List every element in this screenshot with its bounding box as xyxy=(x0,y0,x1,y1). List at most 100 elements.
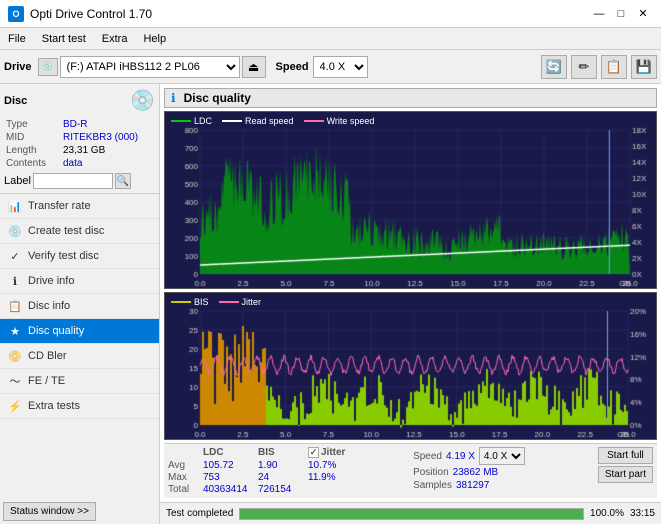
avg-bis: 1.90 xyxy=(258,460,308,471)
label-input[interactable] xyxy=(33,173,113,189)
label-row: Label 🔍 xyxy=(4,173,155,189)
jitter-checkbox[interactable]: ✓ xyxy=(308,447,319,458)
length-label: Length xyxy=(6,145,61,156)
minimize-button[interactable]: — xyxy=(589,6,609,22)
cd-bler-icon: 📀 xyxy=(8,349,22,363)
type-value: BD-R xyxy=(63,119,153,130)
position-value: 23862 MB xyxy=(453,467,499,478)
lower-chart-canvas xyxy=(165,293,657,440)
bottom-status-bar: Test completed 100.0% 33:15 xyxy=(160,502,661,524)
maximize-button[interactable]: □ xyxy=(611,6,631,22)
drive-label: Drive xyxy=(4,61,32,73)
start-part-button[interactable]: Start part xyxy=(598,466,653,483)
max-ldc: 753 xyxy=(203,472,258,483)
transfer-rate-label: Transfer rate xyxy=(28,200,91,212)
sidebar-item-drive-info[interactable]: ℹ Drive info xyxy=(0,269,159,294)
ldc-header: LDC xyxy=(203,447,258,458)
type-label: Type xyxy=(6,119,61,130)
samples-label: Samples xyxy=(413,480,452,491)
contents-value: data xyxy=(63,158,153,169)
edit-button[interactable]: ✏ xyxy=(571,55,597,79)
menu-extra[interactable]: Extra xyxy=(94,28,136,49)
upper-chart-canvas xyxy=(165,112,657,289)
transfer-rate-icon: 📊 xyxy=(8,199,22,213)
chart-header: ℹ Disc quality xyxy=(164,88,657,108)
verify-test-icon: ✓ xyxy=(8,249,22,263)
sidebar-item-disc-quality[interactable]: ★ Disc quality xyxy=(0,319,159,344)
create-test-label: Create test disc xyxy=(28,225,104,237)
speed-stat-label: Speed xyxy=(413,451,442,462)
avg-label: Avg xyxy=(168,460,203,471)
sidebar-item-fe-te[interactable]: 〜 FE / TE xyxy=(0,369,159,394)
disc-info-label: Disc info xyxy=(28,300,70,312)
speed-label: Speed xyxy=(276,61,309,73)
sidebar-item-disc-info[interactable]: 📋 Disc info xyxy=(0,294,159,319)
sidebar-item-transfer-rate[interactable]: 📊 Transfer rate xyxy=(0,194,159,219)
label-text: Label xyxy=(4,175,31,187)
fe-te-icon: 〜 xyxy=(8,374,22,388)
sidebar-item-extra-tests[interactable]: ⚡ Extra tests xyxy=(0,394,159,419)
progress-bar-container xyxy=(239,508,584,520)
legend-bis: BIS xyxy=(171,297,209,307)
position-label: Position xyxy=(413,467,449,478)
total-bis: 726154 xyxy=(258,484,308,495)
disc-icon: 💿 xyxy=(130,88,155,113)
toolbar: Drive 💿 (F:) ATAPI iHBS112 2 PL06 ⏏ Spee… xyxy=(0,50,661,84)
disc-panel: Disc 💿 Type BD-R MID RITEKBR3 (000) Leng… xyxy=(0,84,159,194)
samples-value: 381297 xyxy=(456,480,489,491)
drive-dropdown[interactable]: (F:) ATAPI iHBS112 2 PL06 xyxy=(60,56,240,78)
close-button[interactable]: ✕ xyxy=(633,6,653,22)
disc-quality-label: Disc quality xyxy=(28,325,84,337)
speed-dropdown[interactable]: 4.0 X 1.0 X 2.0 X 8.0 X Max xyxy=(313,56,368,78)
start-buttons: Start full Start part xyxy=(598,447,653,483)
elapsed-time: 33:15 xyxy=(630,508,655,519)
verify-test-label: Verify test disc xyxy=(28,250,99,262)
max-bis: 24 xyxy=(258,472,308,483)
refresh-button[interactable]: 🔄 xyxy=(541,55,567,79)
legend-read-speed: Read speed xyxy=(222,116,294,126)
drive-info-label: Drive info xyxy=(28,275,74,287)
menu-file[interactable]: File xyxy=(0,28,34,49)
speed-stat-value: 4.19 X xyxy=(446,451,475,462)
drive-icon: 💿 xyxy=(38,58,58,76)
chart-title: Disc quality xyxy=(184,91,251,105)
status-window-button[interactable]: Status window >> xyxy=(3,502,96,521)
fe-te-label: FE / TE xyxy=(28,375,65,387)
save-button[interactable]: 💾 xyxy=(631,55,657,79)
total-ldc: 40363414 xyxy=(203,484,258,495)
sidebar-item-verify-test-disc[interactable]: ✓ Verify test disc xyxy=(0,244,159,269)
start-full-button[interactable]: Start full xyxy=(598,447,653,464)
label-search-button[interactable]: 🔍 xyxy=(115,173,131,189)
drive-info-icon: ℹ xyxy=(8,274,22,288)
menu-bar: File Start test Extra Help xyxy=(0,28,661,50)
bis-header: BIS xyxy=(258,447,308,458)
disc-section-title: Disc xyxy=(4,95,27,107)
max-jitter: 11.9% xyxy=(308,472,378,483)
mid-value: RITEKBR3 (000) xyxy=(63,132,153,143)
mid-label: MID xyxy=(6,132,61,143)
eject-button[interactable]: ⏏ xyxy=(242,56,266,78)
stats-section: LDC BIS ✓ Jitter Avg 105.72 1.90 10.7% xyxy=(164,443,657,498)
chart-container: LDC Read speed Write speed xyxy=(164,111,657,440)
legend-write-speed: Write speed xyxy=(304,116,375,126)
contents-label: Contents xyxy=(6,158,61,169)
total-label: Total xyxy=(168,484,203,495)
menu-help[interactable]: Help xyxy=(135,28,174,49)
sidebar-item-create-test-disc[interactable]: 💿 Create test disc xyxy=(0,219,159,244)
menu-start-test[interactable]: Start test xyxy=(34,28,94,49)
sidebar-item-cd-bler[interactable]: 📀 CD Bler xyxy=(0,344,159,369)
copy-button[interactable]: 📋 xyxy=(601,55,627,79)
disc-info-table: Type BD-R MID RITEKBR3 (000) Length 23,3… xyxy=(4,117,155,171)
jitter-header: Jitter xyxy=(321,447,345,458)
speed-stats: Speed 4.19 X 4.0 X Position 23862 MB Sam… xyxy=(413,447,594,491)
legend-ldc: LDC xyxy=(171,116,212,126)
nav-items: 📊 Transfer rate 💿 Create test disc ✓ Ver… xyxy=(0,194,159,499)
extra-tests-icon: ⚡ xyxy=(8,399,22,413)
legend-jitter: Jitter xyxy=(219,297,262,307)
app-title: Opti Drive Control 1.70 xyxy=(30,7,152,21)
stats-table: LDC BIS ✓ Jitter Avg 105.72 1.90 10.7% xyxy=(168,447,409,495)
status-text: Test completed xyxy=(166,508,233,519)
sidebar: Disc 💿 Type BD-R MID RITEKBR3 (000) Leng… xyxy=(0,84,160,524)
speed-stat-dropdown[interactable]: 4.0 X xyxy=(479,447,525,465)
max-label: Max xyxy=(168,472,203,483)
